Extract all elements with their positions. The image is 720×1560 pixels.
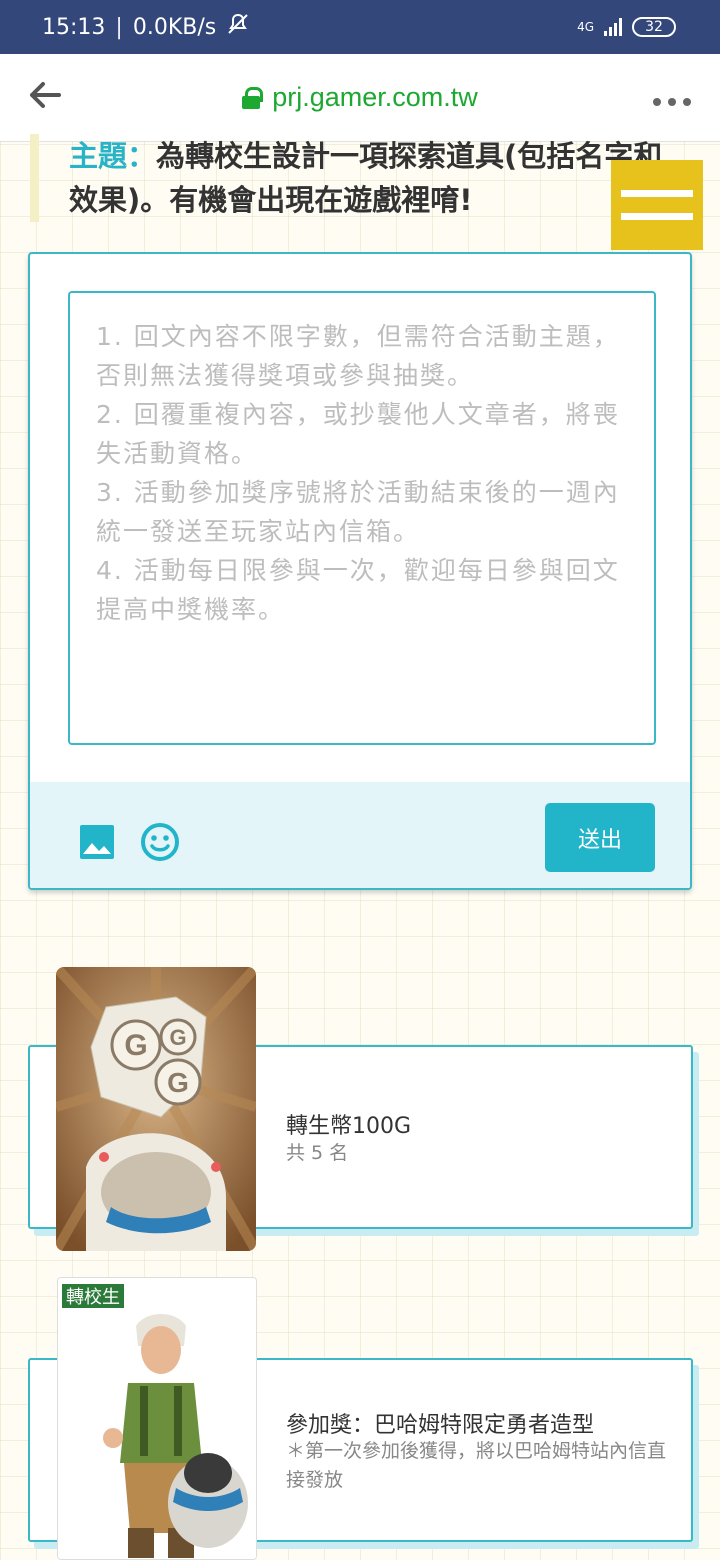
prize-title: 轉生幣100G	[286, 1114, 412, 1139]
reply-panel: 1. 回文內容不限字數，但需符合活動主題，否則無法獲得獎項或參與抽獎。 2. 回…	[28, 252, 692, 890]
topic-heading: 主題：為轉校生設計一項探索道具(包括名字和效果)。有機會出現在遊戲裡唷!	[30, 134, 670, 222]
status-net-speed: 0.0KB/s	[132, 14, 217, 40]
reply-toolbar: 送出	[30, 782, 690, 888]
image-upload-icon[interactable]	[80, 825, 114, 859]
svg-text:G: G	[124, 1029, 147, 1062]
status-time: 15:13	[42, 14, 106, 40]
browser-url-bar: prj.gamer.com.tw	[0, 54, 720, 142]
lock-icon	[242, 86, 264, 109]
send-button[interactable]: 送出	[545, 803, 655, 872]
url-text: prj.gamer.com.tw	[272, 82, 478, 112]
reply-textarea[interactable]: 1. 回文內容不限字數，但需符合活動主題，否則無法獲得獎項或參與抽獎。 2. 回…	[68, 291, 656, 745]
prize-coin-image: G G G	[56, 967, 256, 1251]
more-options-icon[interactable]	[652, 80, 692, 115]
menu-bar	[621, 190, 693, 197]
svg-text:G: G	[167, 1067, 189, 1098]
prize-avatar-image: 轉校生	[57, 1277, 257, 1560]
menu-bar	[621, 213, 693, 220]
svg-text:G: G	[169, 1025, 186, 1050]
status-separator: |	[115, 14, 123, 40]
back-arrow-icon[interactable]	[28, 80, 68, 116]
prize-subtitle: ＊第一次參加後獲得，將以巴哈姆特站內信直接發放	[286, 1440, 667, 1491]
prize-logo-text: 轉校生	[66, 1287, 120, 1308]
battery-icon: 32	[632, 17, 676, 37]
emoji-icon[interactable]	[140, 822, 180, 862]
status-bar: 15:13 | 0.0KB/s 4G 32	[0, 0, 720, 54]
mute-icon	[226, 13, 250, 41]
prize-subtitle: 共 5 名	[286, 1142, 349, 1164]
signal-icon	[604, 18, 622, 36]
url-display[interactable]: prj.gamer.com.tw	[242, 82, 478, 113]
hamburger-menu-button[interactable]	[611, 160, 703, 250]
topic-text: 為轉校生設計一項探索道具(包括名字和效果)。有機會出現在遊戲裡唷!	[69, 139, 663, 217]
topic-label: 主題：	[69, 139, 157, 173]
network-type: 4G	[577, 20, 594, 34]
battery-level: 32	[645, 19, 663, 35]
prize-title: 參加獎：巴哈姆特限定勇者造型	[286, 1413, 595, 1438]
